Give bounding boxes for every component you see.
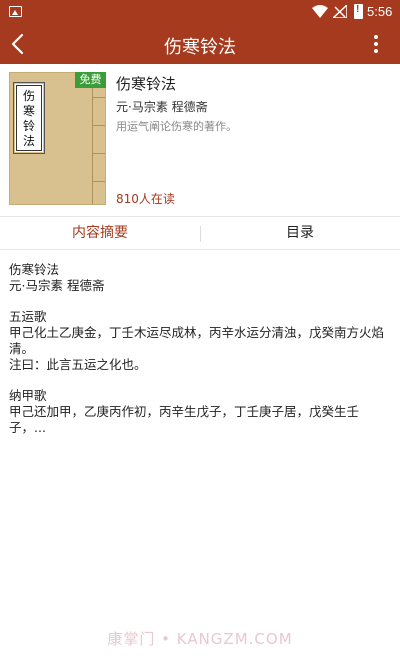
cover-stitch: [93, 153, 105, 154]
page-title: 伤寒铃法: [164, 37, 236, 58]
battery-alert-icon: [354, 4, 363, 19]
app-bar: 伤寒铃法: [0, 24, 400, 64]
status-bar: 5:56: [0, 0, 400, 24]
content-paragraph: 注曰：此言五运之化也。: [9, 357, 147, 372]
cover-stitch: [93, 97, 105, 98]
watermark: 康掌门 • KANGZM.COM: [107, 630, 293, 648]
book-author: 元·马宗素 程德斋: [116, 100, 208, 114]
tab-table-of-contents[interactable]: 目录: [200, 217, 400, 251]
no-signal-icon: [333, 5, 347, 18]
cover-title-label: 伤寒铃法: [15, 84, 43, 152]
cover-stitch: [93, 181, 105, 182]
more-vertical-icon[interactable]: [370, 33, 382, 55]
book-cover[interactable]: 伤寒铃法: [9, 72, 106, 205]
content-paragraph: 甲己还加甲，乙庚丙作初，丙辛生戊子，丁壬庚子居，戊癸生壬子，...: [9, 404, 360, 435]
content-section-heading: 五运歌: [9, 309, 47, 324]
content-title: 伤寒铃法: [9, 262, 60, 277]
book-title: 伤寒铃法: [116, 75, 177, 93]
content-authors: 元·马宗素 程德斋: [9, 278, 105, 293]
tab-bar: 内容摘要 目录: [0, 216, 400, 250]
cover-title-text: 伤寒铃法: [22, 89, 35, 148]
image-notification-icon: [9, 6, 22, 17]
book-description: 用运气阐论伤寒的著作。: [116, 120, 237, 133]
content-section-heading: 纳甲歌: [9, 388, 47, 403]
cover-stitch: [93, 125, 105, 126]
book-info: 伤寒铃法 免费 伤寒铃法 元·马宗素 程德斋 用运气阐论伤寒的著作。 810人在…: [0, 64, 400, 214]
content-paragraph: 甲己化土乙庚金，丁壬木运尽成林，丙辛水运分清浊，戊癸南方火焰清。: [9, 325, 385, 356]
cover-spine: [92, 73, 93, 204]
reader-count: 810人在读: [116, 192, 175, 206]
status-time: 5:56: [367, 4, 393, 19]
wifi-icon: [312, 5, 328, 18]
free-badge: 免费: [75, 72, 106, 88]
summary-content: 伤寒铃法 元·马宗素 程德斋 五运歌 甲己化土乙庚金，丁壬木运尽成林，丙辛水运分…: [9, 262, 393, 436]
tab-summary[interactable]: 内容摘要: [0, 217, 200, 251]
